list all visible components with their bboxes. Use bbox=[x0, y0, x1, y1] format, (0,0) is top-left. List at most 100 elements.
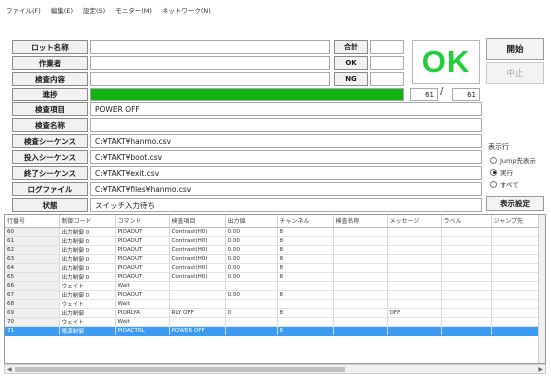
column-header[interactable]: 検査項目 bbox=[169, 215, 226, 228]
table-cell bbox=[491, 281, 541, 291]
display-mode-option-all[interactable]: すべて bbox=[490, 179, 519, 189]
column-header[interactable]: 検査名称 bbox=[333, 215, 388, 228]
display-mode-option-executed[interactable]: 実行 bbox=[490, 167, 513, 177]
progress-fill bbox=[91, 89, 403, 100]
worker-field[interactable] bbox=[90, 56, 330, 70]
table-cell bbox=[387, 272, 442, 282]
table-row[interactable]: 65 出力制御 0 PIOAOUT Contrast(H0) 0.00 8 bbox=[5, 272, 541, 282]
inspection-content-label: 検査内容 bbox=[12, 72, 88, 86]
log-file-field[interactable]: C:¥TAKT¥files¥hanmo.csv bbox=[90, 182, 482, 196]
table-cell bbox=[333, 236, 388, 246]
table-row[interactable]: 70 ウェイト Wait bbox=[5, 317, 541, 327]
progress-separator: / bbox=[440, 86, 444, 97]
table-row[interactable]: 69 出力制御 PIORLYA RLY OFF 0 8 OFF bbox=[5, 308, 541, 318]
table-cell: 8 bbox=[277, 308, 334, 318]
column-header[interactable]: 出力値 bbox=[225, 215, 278, 228]
menu-file[interactable]: ファイル(F) bbox=[6, 5, 41, 15]
menu-edit[interactable]: 編集(E) bbox=[51, 5, 73, 15]
vertical-scrollbar[interactable] bbox=[538, 215, 545, 363]
abort-button[interactable]: 中止 bbox=[486, 62, 544, 84]
table-cell bbox=[333, 227, 388, 237]
table-cell bbox=[333, 254, 388, 264]
table-cell bbox=[387, 236, 442, 246]
table-cell bbox=[225, 317, 278, 327]
table-cell: 70 bbox=[5, 317, 60, 327]
column-header[interactable]: コマンド bbox=[115, 215, 170, 228]
table-row[interactable]: 71 電源制御 PIOACTRL POWER OFF 8 bbox=[5, 326, 541, 336]
table-cell: PIOAOUT bbox=[115, 272, 170, 282]
table-cell: 8 bbox=[277, 254, 334, 264]
table-cell bbox=[441, 299, 492, 309]
table-cell: 出力制御 0 bbox=[59, 272, 116, 282]
column-header[interactable]: メッセージ bbox=[387, 215, 442, 228]
display-mode-title: 表示行 bbox=[488, 143, 509, 151]
table-cell bbox=[441, 263, 492, 273]
table-row[interactable]: 64 出力制御 0 PIOAOUT Contrast(H0) 0.00 8 bbox=[5, 263, 541, 273]
table-row[interactable]: 67 出力制御 0 PIOAOUT 0.00 8 bbox=[5, 290, 541, 300]
lot-name-field[interactable] bbox=[90, 40, 330, 54]
table-row[interactable]: 62 出力制御 0 PIOAOUT Contrast(H0) 0.00 8 bbox=[5, 245, 541, 255]
radio-selected-icon bbox=[490, 168, 497, 176]
table-cell: 8 bbox=[277, 290, 334, 300]
table-cell: 出力制御 0 bbox=[59, 263, 116, 273]
table-cell: 電源制御 bbox=[59, 326, 116, 336]
table-cell bbox=[491, 326, 541, 336]
table-cell: Wait bbox=[115, 281, 170, 291]
input-sequence-field[interactable]: C:¥TAKT¥boot.csv bbox=[90, 150, 482, 164]
table-cell: PIOAOUT bbox=[115, 290, 170, 300]
table-cell: 65 bbox=[5, 272, 60, 282]
table-row[interactable]: 68 ウェイト Wait bbox=[5, 299, 541, 309]
table-cell: 62 bbox=[5, 245, 60, 255]
table-cell: 0 bbox=[225, 308, 278, 318]
table-cell bbox=[441, 227, 492, 237]
table-cell bbox=[333, 272, 388, 282]
menu-network[interactable]: ネットワーク(N) bbox=[162, 5, 211, 15]
table-cell bbox=[441, 254, 492, 264]
end-sequence-field[interactable]: C:¥TAKT¥exit.csv bbox=[90, 166, 482, 180]
table-cell bbox=[387, 281, 442, 291]
table-row[interactable]: 60 出力制御 0 PIOAOUT Contrast(H0) 0.00 8 bbox=[5, 227, 541, 237]
menu-settings[interactable]: 設定(S) bbox=[83, 5, 105, 15]
table-cell bbox=[333, 263, 388, 273]
column-header[interactable]: ジャンプ先 bbox=[491, 215, 541, 228]
table-row[interactable]: 63 出力制御 0 PIOAOUT Contrast(H0) 0.00 8 bbox=[5, 254, 541, 264]
menu-monitor[interactable]: モニター(M) bbox=[115, 5, 152, 15]
table-row[interactable]: 61 出力制御 0 PIOAOUT Contrast(H0) 0.00 8 bbox=[5, 236, 541, 246]
table-cell: 0.00 bbox=[225, 290, 278, 300]
table-cell bbox=[169, 299, 226, 309]
display-mode-option-jump[interactable]: Jump先表示 bbox=[490, 155, 536, 165]
table-cell: 67 bbox=[5, 290, 60, 300]
table-cell: Contrast(H0) bbox=[169, 272, 226, 282]
table-cell bbox=[441, 317, 492, 327]
table-cell: 出力制御 0 bbox=[59, 227, 116, 237]
column-header[interactable]: 行番号 bbox=[5, 215, 60, 228]
table-cell: 68 bbox=[5, 299, 60, 309]
progress-bar bbox=[90, 88, 404, 101]
table-cell bbox=[387, 227, 442, 237]
result-indicator: OK bbox=[412, 40, 480, 84]
scroll-left-icon[interactable]: ◀ bbox=[7, 366, 12, 373]
table-cell bbox=[333, 317, 388, 327]
horizontal-scrollbar[interactable]: ◀ ▶ bbox=[4, 364, 546, 374]
table-row[interactable]: 66 ウェイト Wait bbox=[5, 281, 541, 291]
inspection-sequence-field[interactable]: C:¥TAKT¥hanmo.csv bbox=[90, 134, 482, 148]
scroll-thumb[interactable] bbox=[15, 367, 345, 372]
column-header[interactable]: 制御コード bbox=[59, 215, 116, 228]
column-header[interactable]: ラベル bbox=[441, 215, 492, 228]
table-cell bbox=[169, 317, 226, 327]
table-cell bbox=[387, 326, 442, 336]
display-settings-button[interactable]: 表示設定 bbox=[486, 196, 544, 211]
radio-label: すべて bbox=[500, 181, 519, 189]
column-header[interactable]: チャンネル bbox=[277, 215, 334, 228]
table-cell bbox=[387, 299, 442, 309]
table-cell: 出力制御 bbox=[59, 308, 116, 318]
radio-label: 実行 bbox=[500, 169, 513, 177]
table-cell bbox=[225, 299, 278, 309]
inspection-content-field[interactable] bbox=[90, 72, 330, 86]
ng-count bbox=[370, 72, 404, 86]
table-cell: PIOAOUT bbox=[115, 245, 170, 255]
table-cell bbox=[441, 290, 492, 300]
start-button[interactable]: 開始 bbox=[486, 38, 544, 60]
ng-count-label: NG bbox=[334, 72, 368, 86]
scroll-right-icon[interactable]: ▶ bbox=[538, 366, 543, 373]
